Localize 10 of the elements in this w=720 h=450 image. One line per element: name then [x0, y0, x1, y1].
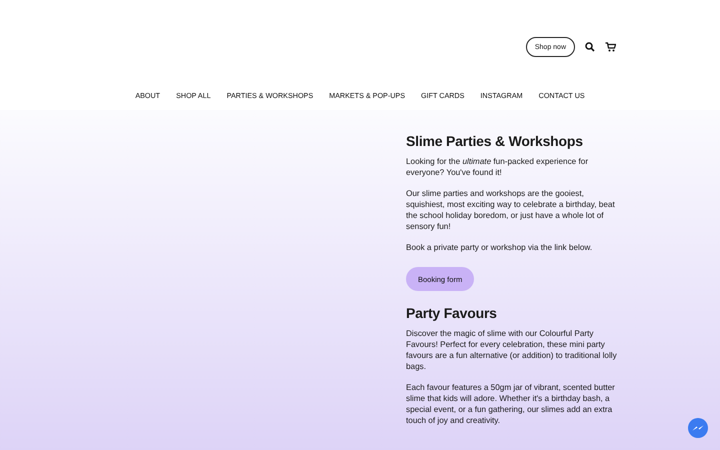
- cart-icon[interactable]: [605, 42, 616, 52]
- paragraph: Our slime parties and workshops are the gooiest, squishiest, most exciting way to celebrate a birthday, beat the school holiday boredom, or just have a whole lot of sensory fun!: [406, 188, 616, 232]
- paragraph: Book a private party or workshop via the link below.: [406, 242, 594, 253]
- messenger-icon[interactable]: [687, 417, 709, 439]
- paragraph: Discover the magic of slime with our Colourful Party Favours! Perfect for every celebration, these mini party favours are a fun alternative (or addition) to traditional lolly bags.: [406, 328, 618, 372]
- section-heading: Slime Parties & Workshops: [406, 133, 584, 149]
- paragraph: Each favour features a 50gm jar of vibrant, scented butter slime that kids will adore. Whether it's a birthday bash, a special event, or a fun gathering, our slimes add an extra touch of joy and creativity.: [406, 382, 616, 426]
- paragraph: Looking for the ultimate fun-packed experience for everyone? You've found it!: [406, 156, 590, 178]
- section-heading: Party Favours: [406, 305, 498, 321]
- search-icon[interactable]: [585, 42, 595, 52]
